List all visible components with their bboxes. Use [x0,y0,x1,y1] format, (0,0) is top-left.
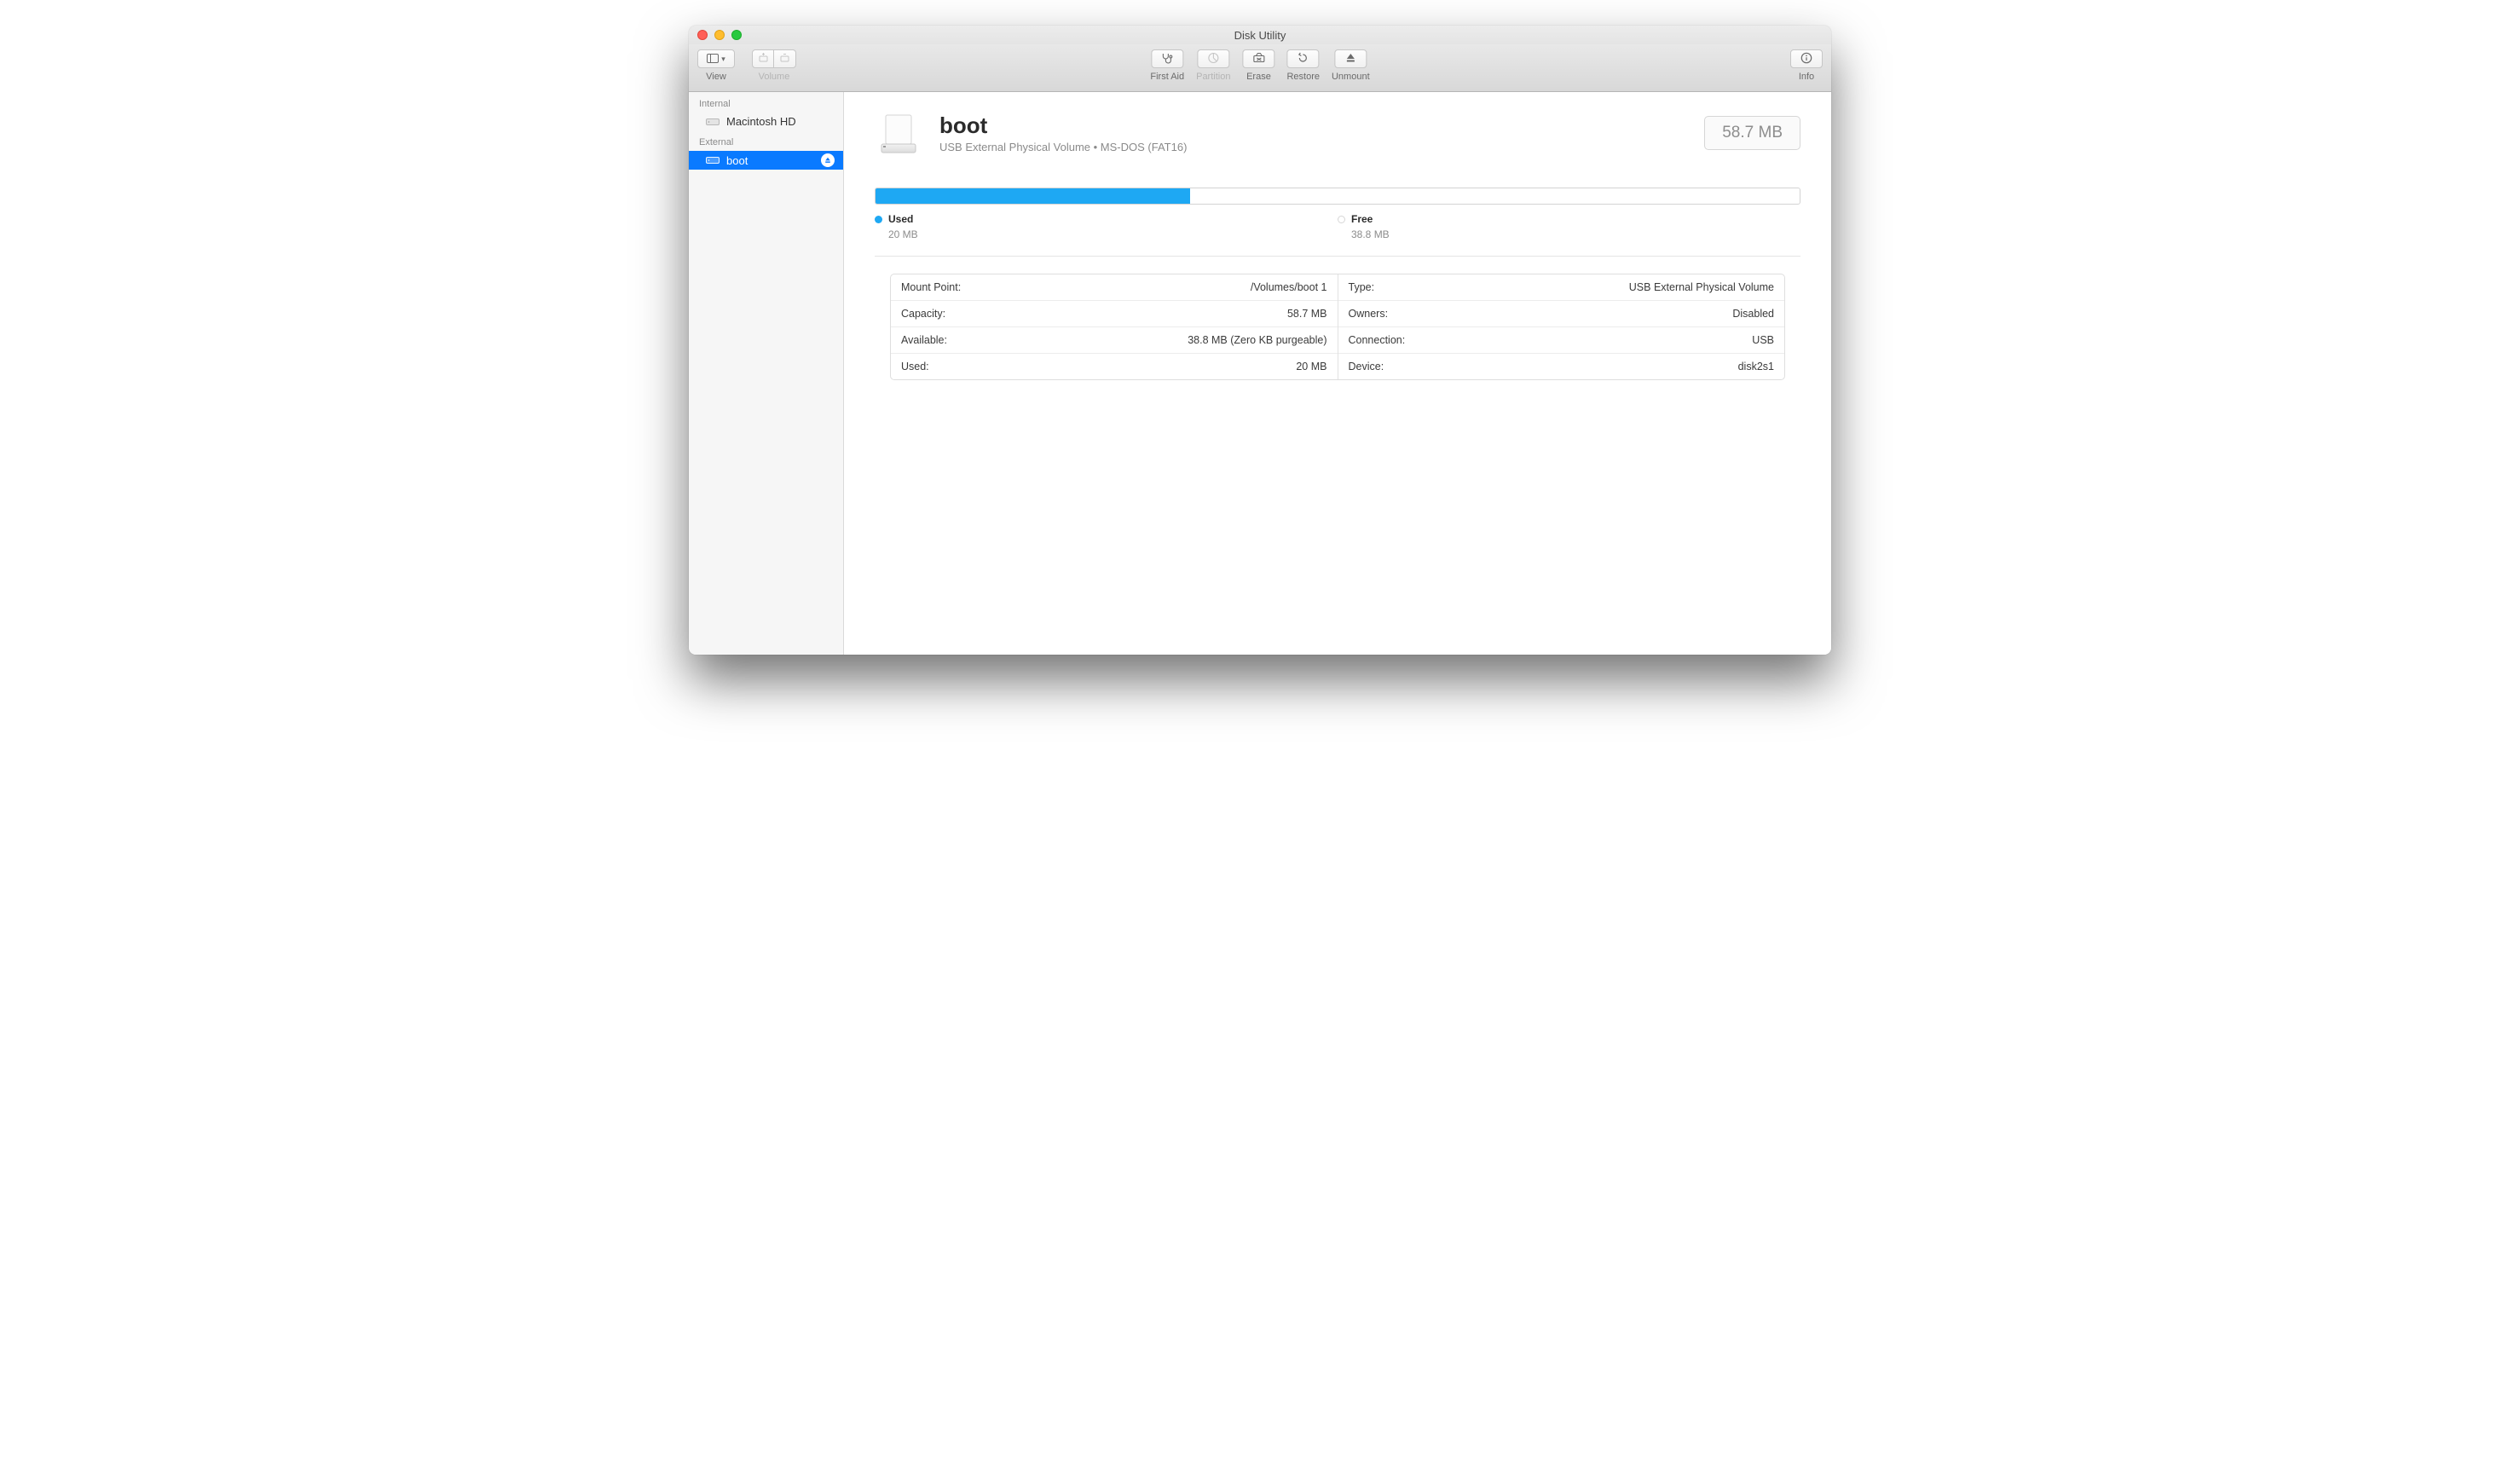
unmount-button[interactable] [1334,49,1367,68]
info-button[interactable] [1790,49,1823,68]
detail-row: Used:20 MB [891,354,1338,379]
content-pane: boot USB External Physical Volume • MS-D… [844,92,1831,655]
detail-row: Device:disk2s1 [1338,354,1785,379]
erase-button[interactable] [1242,49,1274,68]
sidebar-item-label: boot [726,154,748,167]
first-aid-button[interactable] [1151,49,1183,68]
volume-subtitle: USB External Physical Volume • MS-DOS (F… [939,141,1187,153]
restore-icon [1298,52,1309,66]
detail-row: Available:38.8 MB (Zero KB purgeable) [891,327,1338,354]
sidebar-header-external: External [689,130,843,151]
info-icon [1800,52,1812,66]
details-left: Mount Point:/Volumes/boot 1 Capacity:58.… [891,274,1338,379]
titlebar: Disk Utility [689,26,1831,44]
restore-button[interactable] [1287,49,1320,68]
free-dot-icon [1338,216,1345,223]
view-label: View [706,72,726,82]
drive-icon [875,109,922,157]
volume-add-button[interactable] [752,49,774,68]
volume-name: boot [939,113,1187,139]
used-label: Used [888,213,913,225]
volume-plus-icon [758,52,769,66]
sidebar-item-label: Macintosh HD [726,115,796,128]
partition-label: Partition [1196,72,1230,82]
chevron-down-icon: ▾ [721,55,725,64]
usage-bar-used [876,188,1190,204]
zoom-button[interactable] [731,30,742,40]
eject-button[interactable] [821,153,835,167]
usage-section: Used 20 MB Free 38.8 MB [844,170,1831,257]
erase-label: Erase [1246,72,1271,82]
free-value: 38.8 MB [1351,228,1800,240]
unmount-label: Unmount [1332,72,1370,82]
restore-label: Restore [1286,72,1320,82]
volume-minus-icon [779,52,790,66]
window-title: Disk Utility [689,29,1831,42]
toolbar: ▾ View Volume [689,44,1831,92]
usage-bar [875,188,1800,205]
used-dot-icon [875,216,882,223]
stethoscope-icon [1161,52,1174,66]
free-label: Free [1351,213,1373,225]
disk-icon [706,155,720,165]
sidebar-header-internal: Internal [689,92,843,113]
partition-button [1197,49,1229,68]
detail-row: Capacity:58.7 MB [891,301,1338,327]
volume-header: boot USB External Physical Volume • MS-D… [844,92,1831,170]
first-aid-label: First Aid [1150,72,1184,82]
volume-label: Volume [759,72,790,82]
disk-utility-window: Disk Utility ▾ View [689,26,1831,655]
sidebar: Internal Macintosh HD External boot [689,92,844,655]
detail-row: Connection:USB [1338,327,1785,354]
info-label: Info [1799,72,1814,82]
detail-row: Owners:Disabled [1338,301,1785,327]
size-badge: 58.7 MB [1704,116,1800,150]
used-value: 20 MB [888,228,1338,240]
erase-icon [1252,52,1265,66]
sidebar-item-macintosh-hd[interactable]: Macintosh HD [689,113,843,130]
disk-icon [706,117,720,127]
window-controls [689,30,742,40]
close-button[interactable] [697,30,708,40]
volume-remove-button[interactable] [774,49,796,68]
detail-row: Mount Point:/Volumes/boot 1 [891,274,1338,301]
minimize-button[interactable] [714,30,725,40]
view-button[interactable]: ▾ [697,49,735,68]
detail-row: Type:USB External Physical Volume [1338,274,1785,301]
sidebar-item-boot[interactable]: boot [689,151,843,170]
sidebar-icon [707,53,719,66]
eject-icon [1345,53,1355,66]
body: Internal Macintosh HD External boot [689,92,1831,655]
details-right: Type:USB External Physical Volume Owners… [1338,274,1785,379]
pie-icon [1207,52,1219,66]
details-table: Mount Point:/Volumes/boot 1 Capacity:58.… [890,274,1785,380]
